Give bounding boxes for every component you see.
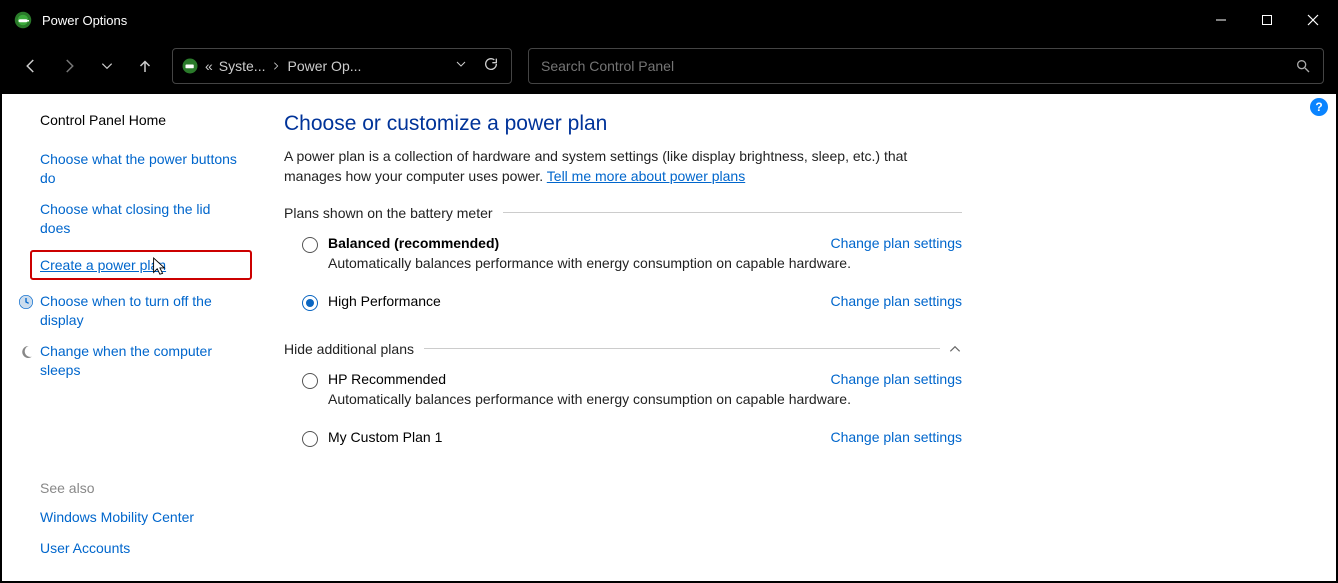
breadcrumb[interactable]: « Syste... Power Op... <box>205 58 443 74</box>
moon-icon <box>18 344 34 360</box>
search-input[interactable] <box>541 58 1295 74</box>
main-panel: Choose or customize a power plan A power… <box>262 94 1022 581</box>
back-button[interactable] <box>14 49 48 83</box>
see-also-user-accounts[interactable]: User Accounts <box>40 539 242 558</box>
help-icon[interactable]: ? <box>1310 98 1328 116</box>
plan-description: Automatically balances performance with … <box>328 391 962 407</box>
sidebar-link-label: Change when the computer sleeps <box>40 343 212 378</box>
address-bar[interactable]: « Syste... Power Op... <box>172 48 512 84</box>
titlebar: Power Options <box>2 2 1336 38</box>
close-button[interactable] <box>1290 2 1336 38</box>
breadcrumb-prefix: « <box>205 58 213 74</box>
sidebar-link-label: Create a power plan <box>40 257 166 273</box>
plan-title[interactable]: HP Recommended <box>328 371 446 387</box>
plan-radio-balanced[interactable] <box>302 237 318 253</box>
plan-title[interactable]: My Custom Plan 1 <box>328 429 442 445</box>
plan-radio-high-performance[interactable] <box>302 295 318 311</box>
chevron-up-icon[interactable] <box>948 342 962 356</box>
plan-title[interactable]: Balanced (recommended) <box>328 235 499 251</box>
divider <box>503 212 962 213</box>
content-area: ? Control Panel Home Choose what the pow… <box>2 94 1336 581</box>
section-header-label: Plans shown on the battery meter <box>284 205 493 221</box>
power-options-icon <box>14 11 32 29</box>
sidebar-link-closing-lid[interactable]: Choose what closing the lid does <box>40 200 242 238</box>
search-box[interactable] <box>528 48 1324 84</box>
plan-radio-hp-recommended[interactable] <box>302 373 318 389</box>
address-dropdown-button[interactable] <box>449 57 473 75</box>
intro-link[interactable]: Tell me more about power plans <box>547 168 745 184</box>
sidebar-link-turn-off-display[interactable]: Choose when to turn off the display <box>40 292 242 330</box>
maximize-button[interactable] <box>1244 2 1290 38</box>
sidebar-link-create-plan[interactable]: Create a power plan <box>30 250 252 281</box>
plan-hp-recommended: HP Recommended Change plan settings Auto… <box>302 371 962 421</box>
window-title: Power Options <box>42 13 127 28</box>
battery-icon <box>181 57 199 75</box>
section-plans-shown: Plans shown on the battery meter <box>284 205 962 221</box>
change-plan-settings-link[interactable]: Change plan settings <box>830 293 962 309</box>
change-plan-settings-link[interactable]: Change plan settings <box>830 429 962 445</box>
change-plan-settings-link[interactable]: Change plan settings <box>830 371 962 387</box>
section-hide-additional[interactable]: Hide additional plans <box>284 341 962 357</box>
breadcrumb-item-2[interactable]: Power Op... <box>287 58 361 74</box>
plan-high-performance: High Performance Change plan settings <box>302 293 962 311</box>
sidebar-link-computer-sleeps[interactable]: Change when the computer sleeps <box>40 342 242 380</box>
breadcrumb-item-1[interactable]: Syste... <box>219 58 266 74</box>
control-panel-home-link[interactable]: Control Panel Home <box>40 112 242 128</box>
chevron-right-icon <box>271 61 281 71</box>
plan-custom-1: My Custom Plan 1 Change plan settings <box>302 429 962 447</box>
page-title: Choose or customize a power plan <box>284 112 962 136</box>
sidebar-link-label: Choose when to turn off the display <box>40 293 212 328</box>
sidebar: Control Panel Home Choose what the power… <box>2 94 262 581</box>
minimize-button[interactable] <box>1198 2 1244 38</box>
plan-description: Automatically balances performance with … <box>328 255 962 271</box>
see-also-header: See also <box>40 480 242 496</box>
sidebar-link-power-buttons[interactable]: Choose what the power buttons do <box>40 150 242 188</box>
recent-button[interactable] <box>90 49 124 83</box>
section-header-label: Hide additional plans <box>284 341 414 357</box>
navbar: « Syste... Power Op... <box>2 38 1336 94</box>
plan-title[interactable]: High Performance <box>328 293 441 309</box>
up-button[interactable] <box>128 49 162 83</box>
divider <box>424 348 940 349</box>
change-plan-settings-link[interactable]: Change plan settings <box>830 235 962 251</box>
see-also-mobility-center[interactable]: Windows Mobility Center <box>40 508 242 527</box>
plan-radio-custom-1[interactable] <box>302 431 318 447</box>
forward-button[interactable] <box>52 49 86 83</box>
search-icon[interactable] <box>1295 58 1311 74</box>
plan-balanced: Balanced (recommended) Change plan setti… <box>302 235 962 285</box>
refresh-button[interactable] <box>479 56 503 77</box>
intro-text: A power plan is a collection of hardware… <box>284 146 962 187</box>
clock-icon <box>18 294 34 310</box>
